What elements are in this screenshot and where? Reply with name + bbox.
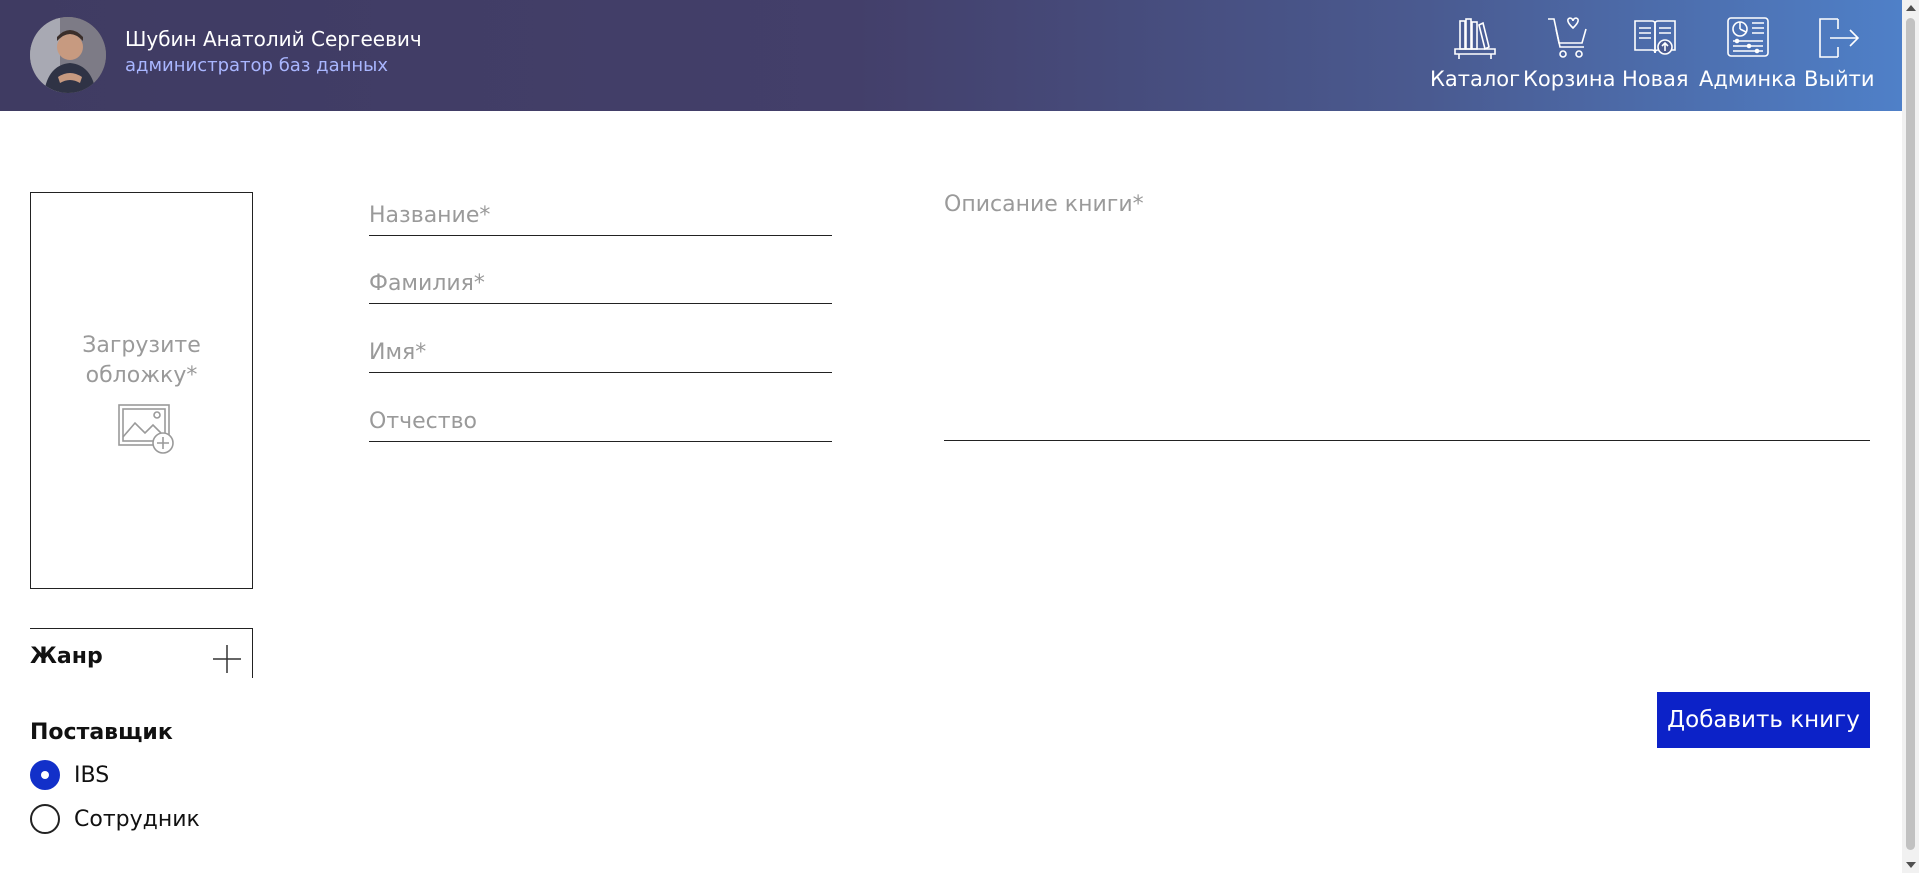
cover-upload-label: Загрузите обложку*: [82, 333, 201, 388]
description-field: [944, 192, 1870, 441]
scroll-up-arrow-icon[interactable]: [1906, 5, 1916, 11]
user-name: Шубин Анатолий Сергеевич: [125, 27, 422, 51]
add-book-button[interactable]: Добавить книгу: [1657, 692, 1870, 748]
scroll-down-arrow-icon[interactable]: [1906, 862, 1916, 868]
radio-checked[interactable]: [30, 760, 60, 790]
user-role: администратор баз данных: [125, 55, 389, 76]
nav-label: Корзина: [1523, 67, 1616, 91]
title-input[interactable]: [369, 195, 832, 235]
lastname-field: [369, 263, 832, 304]
lastname-input[interactable]: [369, 263, 832, 303]
description-textarea[interactable]: [944, 192, 1870, 440]
admin-dashboard-icon: [1727, 17, 1769, 57]
top-header: Шубин Анатолий Сергеевич администратор б…: [0, 0, 1902, 111]
cover-upload[interactable]: Загрузите обложку*: [30, 192, 253, 589]
nav-label: Выйти: [1804, 67, 1875, 91]
patronymic-field: [369, 401, 832, 442]
nav-cart[interactable]: Корзина: [1523, 15, 1616, 95]
cart-heart-icon: [1548, 17, 1588, 58]
logout-icon: [1819, 18, 1860, 58]
title-field: [369, 195, 832, 236]
supplier-option-ibs[interactable]: IBS: [30, 760, 109, 790]
new-book-icon: [1634, 20, 1677, 55]
radio-label: IBS: [74, 762, 110, 788]
supplier-label: Поставщик: [30, 720, 173, 745]
bookshelf-icon: [1454, 18, 1496, 59]
nav-label: Админка: [1699, 67, 1797, 91]
page: Шубин Анатолий Сергеевич администратор б…: [0, 0, 1902, 873]
supplier-option-employee[interactable]: Сотрудник: [30, 804, 200, 834]
nav-logout[interactable]: Выйти: [1804, 15, 1875, 95]
vertical-scrollbar[interactable]: [1902, 0, 1919, 873]
image-add-icon: [118, 404, 174, 454]
nav-admin[interactable]: Админка: [1699, 15, 1797, 95]
nav-new[interactable]: Новая: [1622, 15, 1689, 95]
radio-label: Сотрудник: [74, 806, 200, 832]
nav-label: Новая: [1622, 67, 1689, 91]
scrollbar-thumb[interactable]: [1906, 18, 1915, 850]
nav-label: Каталог: [1430, 67, 1521, 91]
radio-unchecked[interactable]: [30, 804, 60, 834]
patronymic-input[interactable]: [369, 401, 832, 441]
add-genre-plus-icon[interactable]: [212, 644, 242, 674]
genre-label: Жанр: [30, 644, 103, 669]
avatar: [30, 17, 106, 93]
firstname-input[interactable]: [369, 332, 832, 372]
genre-divider-vertical: [252, 628, 253, 678]
nav-catalog[interactable]: Каталог: [1430, 15, 1520, 95]
genre-divider: [30, 628, 253, 629]
firstname-field: [369, 332, 832, 373]
